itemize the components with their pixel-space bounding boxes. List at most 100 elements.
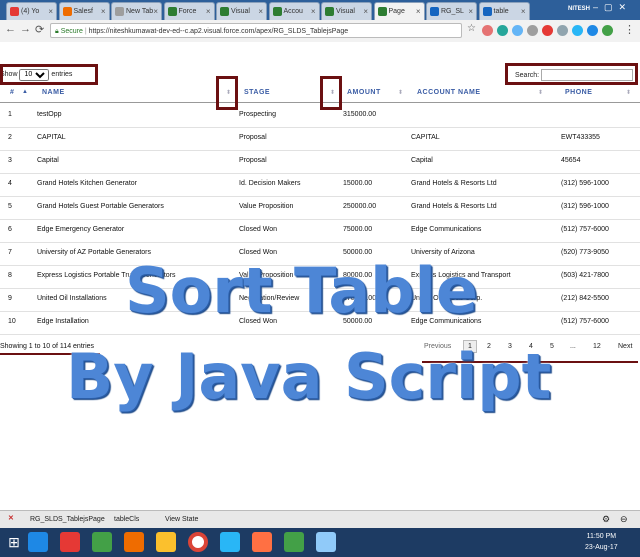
column-header-index[interactable]: # — [10, 89, 14, 96]
extension-icon[interactable] — [527, 25, 538, 36]
cell-index: 2 — [8, 134, 12, 141]
tab-close-icon[interactable]: × — [311, 7, 316, 16]
cell-phone: 45654 — [561, 157, 581, 164]
whatsapp-icon[interactable] — [284, 532, 304, 552]
forward-icon[interactable]: → — [20, 23, 31, 35]
column-header-phone[interactable]: PHONE — [565, 89, 592, 96]
cell-stage: Value Proposition — [239, 203, 294, 210]
tab-label: New Tab — [126, 8, 154, 15]
bookmark-star-icon[interactable]: ☆ — [467, 23, 476, 34]
tab-close-icon[interactable]: × — [416, 7, 421, 16]
reload-icon[interactable]: ⟳ — [35, 23, 44, 36]
browser-tab[interactable]: table × — [478, 2, 530, 20]
browser-tab[interactable]: RG_SL × — [426, 2, 477, 20]
cell-phone: (312) 596-1000 — [561, 180, 609, 187]
secure-label: Secure — [60, 28, 83, 35]
tab-favicon-icon — [115, 7, 124, 16]
cell-account-name: Capital — [411, 157, 433, 164]
sort-icon[interactable]: ⬍ — [398, 89, 403, 96]
cell-phone: (512) 757-6000 — [561, 318, 609, 325]
chrome-icon[interactable] — [188, 532, 208, 552]
cell-phone: (212) 842-5500 — [561, 295, 609, 302]
cell-stage: Proposal — [239, 157, 267, 164]
extension-icon[interactable] — [557, 25, 568, 36]
menu-icon[interactable]: ⋮ — [624, 23, 635, 36]
cell-index: 7 — [8, 249, 12, 256]
cell-phone: (520) 773-9050 — [561, 249, 609, 256]
tab-close-icon[interactable]: × — [521, 7, 526, 16]
media-icon[interactable] — [60, 532, 80, 552]
tab-label: (4) Yo — [21, 8, 40, 15]
pagination-page: ... — [570, 343, 576, 350]
folder-icon[interactable] — [156, 532, 176, 552]
pagination-page[interactable]: 12 — [593, 343, 601, 350]
extension-icon[interactable] — [497, 25, 508, 36]
column-header-name[interactable]: NAME — [42, 89, 65, 96]
column-header-stage[interactable]: STAGE — [244, 89, 270, 96]
tab-favicon-icon — [62, 7, 72, 16]
browser-tab[interactable]: Visual × — [216, 2, 267, 20]
tab-close-icon[interactable]: × — [206, 7, 211, 16]
settings-icon[interactable]: ⚙ — [602, 514, 610, 525]
window-controls[interactable]: –▢✕ — [593, 2, 632, 13]
cell-phone: (312) 596-1000 — [561, 203, 609, 210]
cell-account-name: Edge Communications — [411, 226, 482, 233]
developer-footer: ✕ RG_SLDS_TablejsPage tableCls View Stat… — [0, 510, 640, 529]
extension-icon[interactable] — [602, 25, 613, 36]
extension-icon[interactable] — [512, 25, 523, 36]
devbar-item-page[interactable]: RG_SLDS_TablejsPage — [30, 516, 105, 523]
firefox-icon[interactable] — [124, 532, 144, 552]
tab-favicon-icon — [272, 7, 282, 16]
browser-tab[interactable]: Page × — [373, 2, 425, 20]
search-highlight-box — [505, 63, 638, 85]
browser-tab[interactable]: Salesf × — [58, 2, 110, 20]
skype-icon[interactable] — [220, 532, 240, 552]
cell-account-name: Grand Hotels & Resorts Ltd — [411, 180, 497, 187]
browser-tab[interactable]: (4) Yo × — [6, 2, 57, 20]
tab-favicon-icon — [482, 7, 492, 16]
pagination-next[interactable]: Next — [618, 343, 632, 350]
start-icon[interactable]: ⊞ — [4, 532, 24, 552]
tab-close-icon[interactable]: × — [101, 7, 106, 16]
page-content: Show 10 entries Search: # ▲ NAME ⬍ STAGE… — [0, 42, 640, 510]
ie-icon[interactable] — [28, 532, 48, 552]
cell-stage: Closed Won — [239, 226, 278, 233]
close-icon[interactable]: ✕ — [8, 514, 14, 522]
tab-favicon-icon — [167, 7, 177, 16]
profile-button[interactable]: NITESH — [566, 3, 592, 16]
browser-tab[interactable]: Visual × — [321, 2, 372, 20]
extension-icon[interactable] — [482, 25, 493, 36]
browser-tab[interactable]: New Tab × — [111, 2, 162, 20]
tab-close-icon[interactable]: × — [48, 7, 53, 16]
chart-icon[interactable] — [92, 532, 112, 552]
tab-close-icon[interactable]: × — [153, 7, 158, 16]
cell-name: Grand Hotels Kitchen Generator — [37, 180, 137, 187]
extension-icon[interactable] — [587, 25, 598, 36]
system-clock[interactable]: 11:50 PM 23-Aug-17 — [585, 531, 618, 553]
tab-close-icon[interactable]: × — [468, 7, 473, 16]
overlay-title-line1: Sort Table — [125, 254, 478, 327]
collapse-icon[interactable]: ⊖ — [620, 514, 628, 525]
tab-favicon-icon — [430, 7, 439, 16]
devbar-item-controller[interactable]: tableCls — [114, 516, 139, 523]
table-row: 1 testOpp Prospecting 315000.00 — [0, 104, 640, 128]
sort-icon[interactable]: ⬍ — [626, 89, 631, 96]
sort-icon[interactable]: ⬍ — [538, 89, 543, 96]
notepad-icon[interactable] — [316, 532, 336, 552]
postman-icon[interactable] — [252, 532, 272, 552]
tab-close-icon[interactable]: × — [363, 7, 368, 16]
tab-close-icon[interactable]: × — [258, 7, 263, 16]
cell-index: 5 — [8, 203, 12, 210]
back-icon[interactable]: ← — [5, 23, 16, 35]
url-input[interactable]: 🔒︎ Secure | https://niteshkumawat-dev-ed… — [50, 23, 462, 38]
column-header-amount[interactable]: AMOUNT — [347, 89, 381, 96]
browser-tab[interactable]: Accou × — [268, 2, 320, 20]
url-text: https://niteshkumawat-dev-ed--c.ap2.visu… — [88, 28, 349, 35]
extension-icon[interactable] — [542, 25, 553, 36]
column-header-account-name[interactable]: ACCOUNT NAME — [417, 89, 481, 96]
devbar-item-viewstate[interactable]: View State — [165, 516, 198, 523]
extension-icon[interactable] — [572, 25, 583, 36]
cell-name: United Oil Installations — [37, 295, 107, 302]
browser-tab[interactable]: Force × — [163, 2, 215, 20]
tab-favicon-icon — [325, 7, 334, 16]
